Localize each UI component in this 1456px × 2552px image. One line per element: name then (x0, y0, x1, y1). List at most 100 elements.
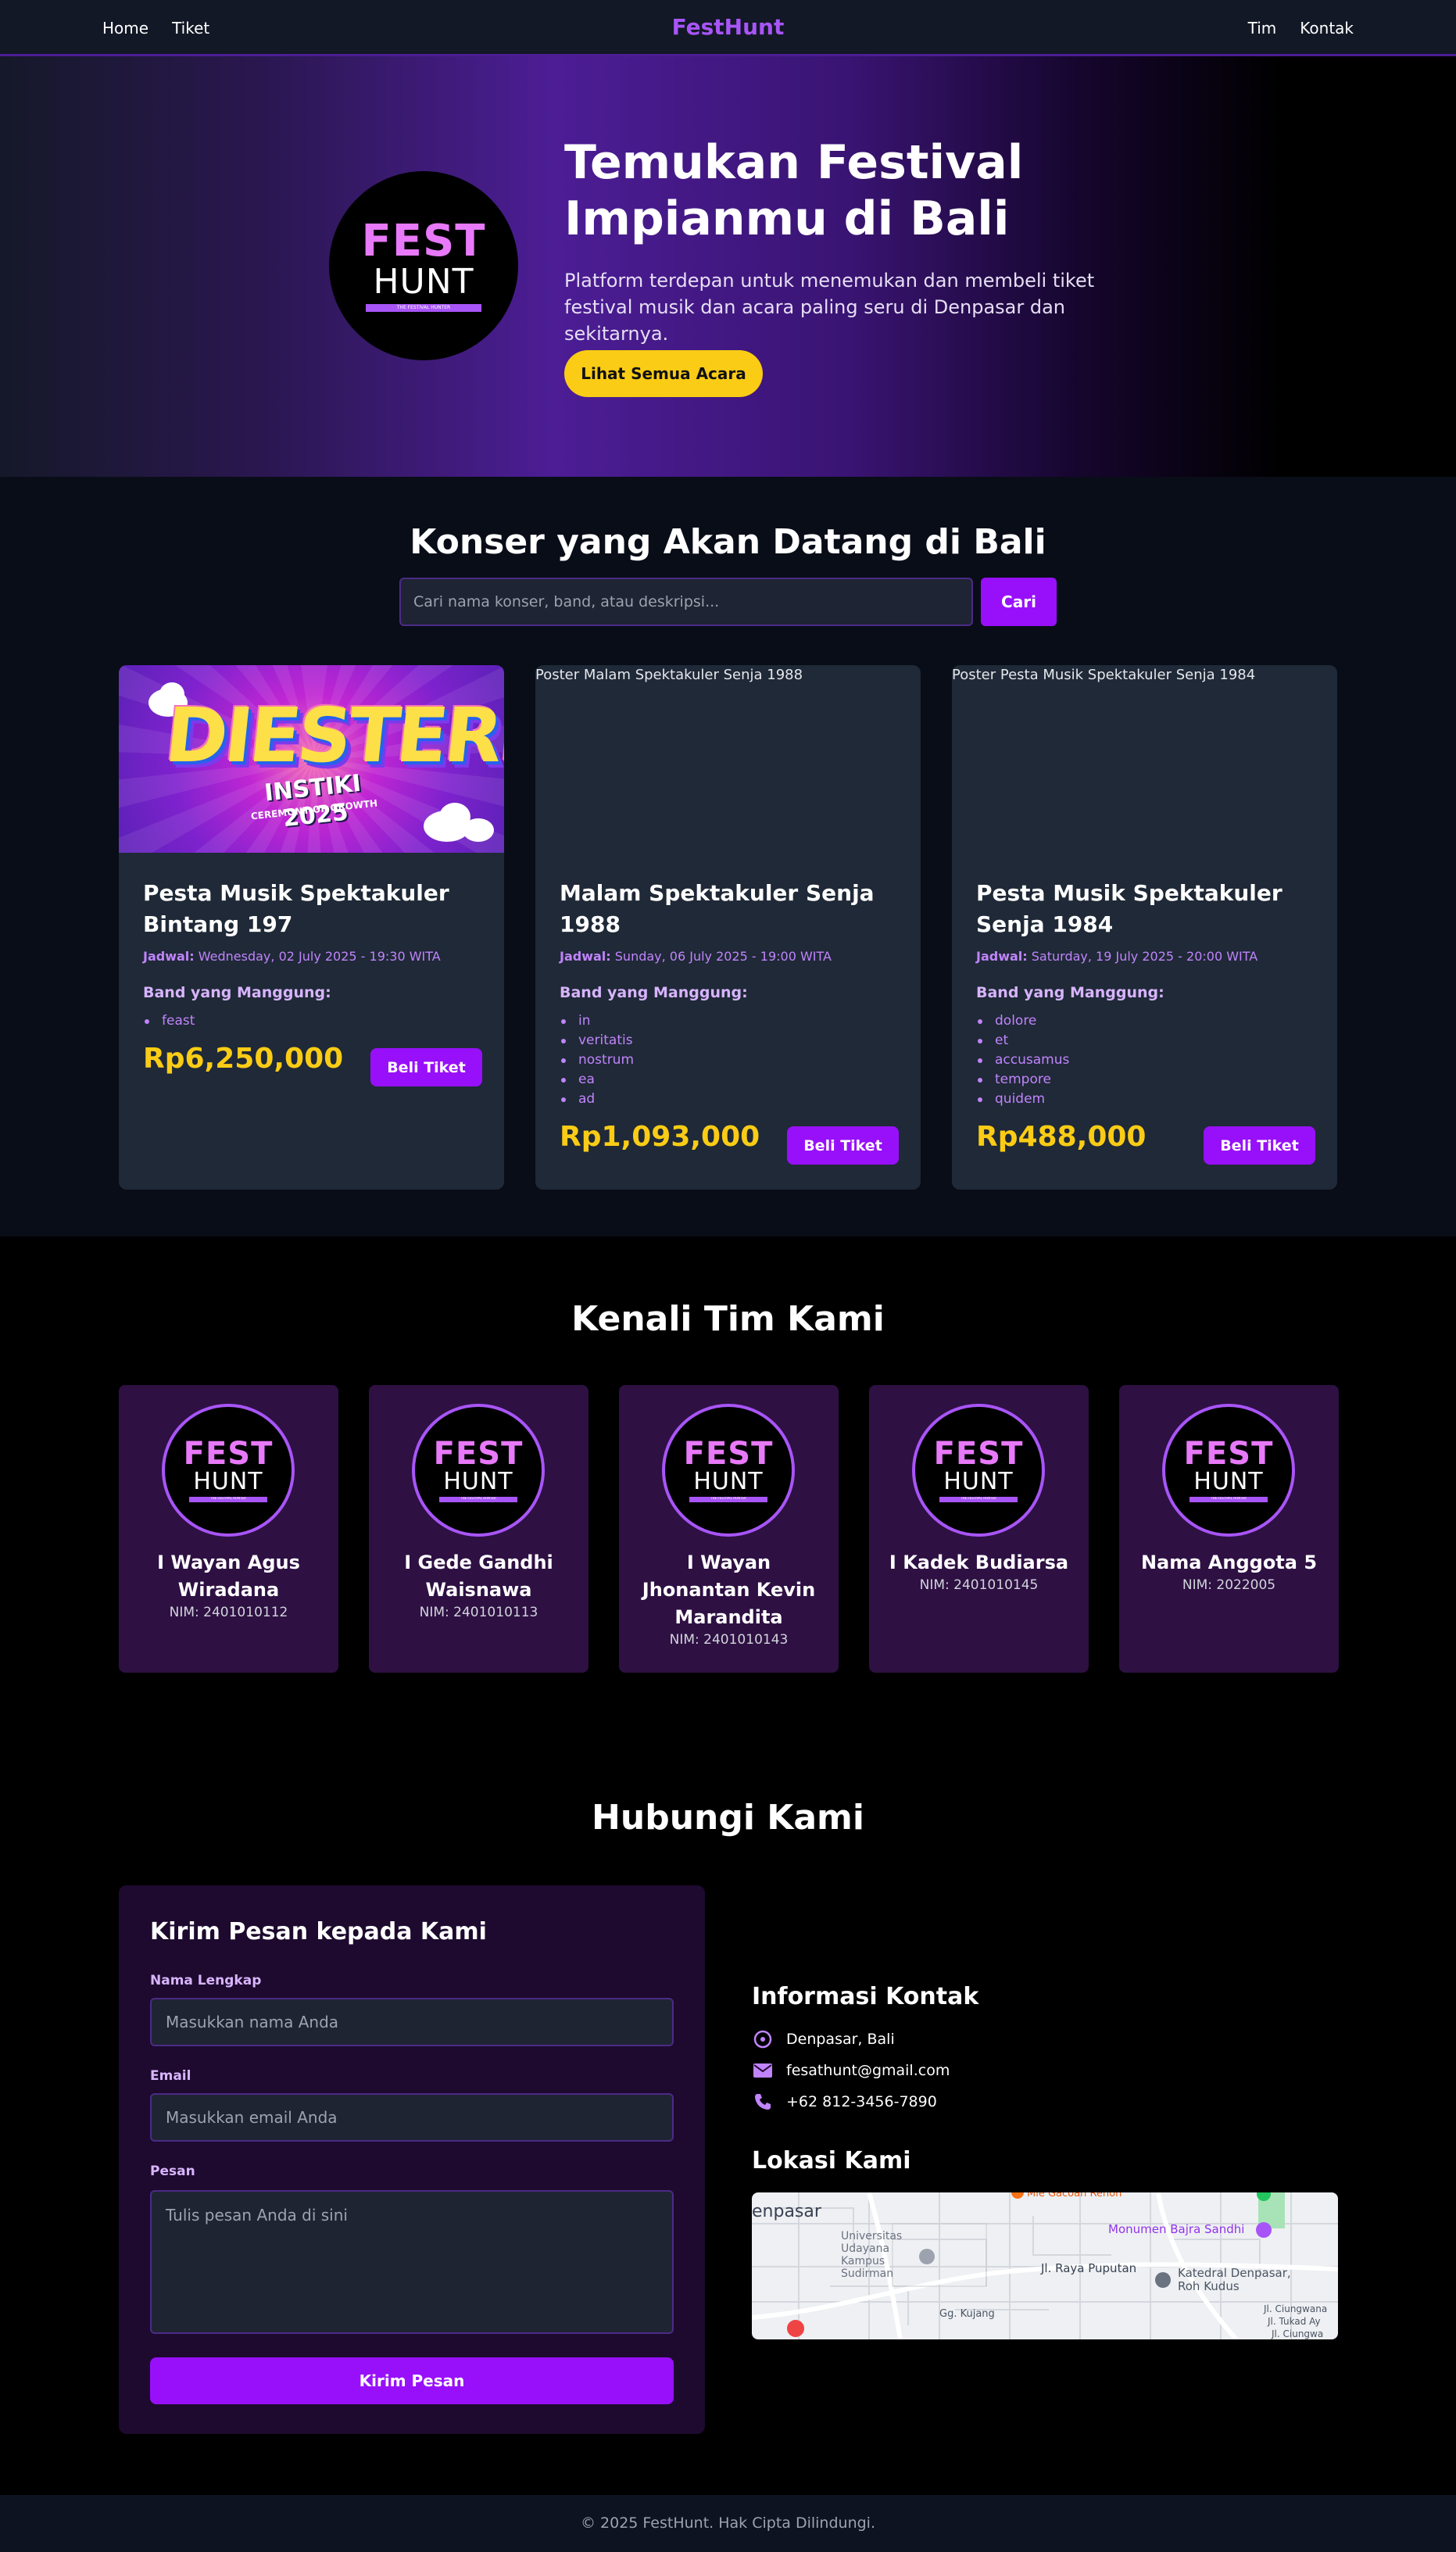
map-label-city: enpasar (752, 2202, 821, 2221)
nav-link-tiket[interactable]: Tiket (172, 19, 209, 38)
band-item: tempore (976, 1070, 1069, 1090)
event-date: Jadwal: Wednesday, 02 July 2025 - 19:30 … (143, 949, 441, 964)
map-label-street: Jl. Ciungwa (1272, 2328, 1324, 2339)
avatar: FEST HUNT THE FESTIVAL HUNTER (412, 1404, 545, 1537)
map-title: Lokasi Kami (752, 2147, 911, 2174)
email-row: fesathunt@gmail.com (752, 2059, 950, 2082)
brand-logo[interactable]: FestHunt (672, 14, 785, 40)
contact-info-title: Informasi Kontak (752, 1983, 979, 2010)
location-map[interactable]: enpasar Universitas Udayana Kampus Sudir… (752, 2192, 1338, 2339)
band-item: feast (143, 1011, 195, 1031)
email-label: Email (150, 2068, 191, 2084)
event-date-label: Jadwal: (143, 949, 195, 964)
band-list: feast (143, 1011, 195, 1031)
buy-ticket-button[interactable]: Beli Tiket (370, 1048, 482, 1086)
map-label-place: Mie Gacoan Renon (1027, 2192, 1122, 2199)
band-item: ea (560, 1070, 634, 1090)
avatar-logo-fest: FEST (433, 1436, 524, 1472)
member-nim: NIM: 2401010145 (919, 1577, 1039, 1593)
form-title: Kirim Pesan kepada Kami (150, 1918, 487, 1945)
band-item: ad (560, 1090, 634, 1109)
phone-icon (752, 2091, 774, 2113)
location-text: Denpasar, Bali (786, 2031, 895, 2048)
event-date-label: Jadwal: (976, 949, 1028, 964)
hero-title: Temukan Festival Impianmu di Bali (564, 135, 1024, 246)
map-label-university: Universitas Udayana Kampus Sudirman (841, 2230, 903, 2280)
event-date-label: Jadwal: (560, 949, 611, 964)
email-text[interactable]: fesathunt@gmail.com (786, 2062, 950, 2079)
nav-link-tim[interactable]: Tim (1248, 19, 1277, 38)
phone-text[interactable]: +62 812-3456-7890 (786, 2093, 937, 2110)
avatar: FEST HUNT THE FESTIVAL HUNTER (162, 1404, 295, 1537)
team-card: FEST HUNT THE FESTIVAL HUNTER I Wayan Jh… (619, 1385, 839, 1673)
hero-description: Platform terdepan untuk menemukan dan me… (564, 270, 1095, 345)
logo-tagline: THE FESTIVAL HUNTER (366, 304, 481, 312)
band-list: dolore et accusamus tempore quidem (976, 1011, 1069, 1109)
nav-link-kontak[interactable]: Kontak (1300, 19, 1354, 38)
name-label: Nama Lengkap (150, 1973, 262, 1988)
band-item: et (976, 1031, 1069, 1051)
map-label-street: Gg. Kujang (939, 2308, 995, 2320)
nav-left: Home Tiket (102, 0, 209, 56)
band-item: in (560, 1011, 634, 1031)
bands-heading: Band yang Manggung: (976, 984, 1164, 1001)
avatar-logo-hunt: HUNT (193, 1468, 263, 1495)
bands-heading: Band yang Manggung: (143, 984, 331, 1001)
buy-ticket-button[interactable]: Beli Tiket (1204, 1126, 1315, 1165)
name-field[interactable]: Masukkan nama Anda (150, 1998, 674, 2046)
avatar-logo-hunt: HUNT (443, 1468, 513, 1495)
band-item: quidem (976, 1090, 1069, 1109)
band-item: accusamus (976, 1051, 1069, 1070)
event-date-value: Saturday, 19 July 2025 - 20:00 WITA (1031, 949, 1258, 964)
event-price: Rp488,000 (976, 1121, 1147, 1153)
copyright-text: © 2025 FestHunt. Hak Cipta Dilindungi. (580, 2514, 875, 2532)
event-price: Rp1,093,000 (560, 1121, 760, 1153)
navbar: Home Tiket FestHunt Tim Kontak (0, 0, 1456, 56)
mail-icon (752, 2060, 774, 2081)
message-field[interactable]: Tulis pesan Anda di sini (150, 2190, 674, 2334)
contact-form: Kirim Pesan kepada Kami Nama Lengkap Mas… (119, 1885, 705, 2434)
nav-link-home[interactable]: Home (102, 19, 148, 38)
avatar: FEST HUNT THE FESTIVAL HUNTER (1162, 1404, 1295, 1537)
member-name: Nama Anggota 5 (1140, 1552, 1318, 1573)
contact-title: Hubungi Kami (592, 1798, 864, 1838)
events-title: Konser yang Akan Datang di Bali (410, 522, 1046, 562)
footer: © 2025 FestHunt. Hak Cipta Dilindungi. (0, 2495, 1456, 2552)
avatar-logo-tagline: THE FESTIVAL HUNTER (189, 1497, 267, 1502)
event-poster: Poster Pesta Musik Spektakuler Senja 198… (952, 665, 1337, 853)
map-label-street: Jl. Ciungwana (1264, 2303, 1328, 2314)
hero-logo: FEST HUNT THE FESTIVAL HUNTER (329, 171, 518, 360)
poster-title: DIESTERIA (161, 692, 504, 779)
map-label-road: Jl. Raya Puputan (1041, 2261, 1137, 2275)
see-all-events-button[interactable]: Lihat Semua Acara (564, 350, 763, 397)
event-poster: Poster Malam Spektakuler Senja 1988 (535, 665, 921, 853)
nav-right: Tim Kontak (1248, 0, 1354, 56)
map-label-church: Katedral Denpasar, Roh Kudus (1178, 2266, 1291, 2293)
member-nim: NIM: 2401010113 (419, 1605, 538, 1620)
message-label: Pesan (150, 2164, 195, 2179)
avatar-logo-fest: FEST (933, 1436, 1024, 1472)
event-date-value: Wednesday, 02 July 2025 - 19:30 WITA (198, 949, 441, 964)
event-date: Jadwal: Saturday, 19 July 2025 - 20:00 W… (976, 949, 1257, 964)
avatar-logo-fest: FEST (183, 1436, 274, 1472)
event-poster: DIESTERIA INSTIKI 2025 CEREMONY OF GROWT… (119, 665, 504, 853)
buy-ticket-button[interactable]: Beli Tiket (787, 1126, 899, 1165)
search-button[interactable]: Cari (981, 578, 1057, 626)
map-label-monument: Monumen Bajra Sandhi (1108, 2222, 1245, 2236)
avatar-logo-tagline: THE FESTIVAL HUNTER (1189, 1497, 1268, 1502)
broken-image-alt: Poster Pesta Musik Spektakuler Senja 198… (952, 667, 1256, 683)
event-card: Poster Malam Spektakuler Senja 1988 Mala… (535, 665, 921, 1190)
hero-section: FEST HUNT THE FESTIVAL HUNTER Temukan Fe… (0, 56, 1456, 477)
team-card: FEST HUNT THE FESTIVAL HUNTER Nama Anggo… (1119, 1385, 1339, 1673)
email-field[interactable]: Masukkan email Anda (150, 2093, 674, 2142)
logo-fest-text: FEST (361, 216, 486, 267)
location-row: Denpasar, Bali (752, 2028, 895, 2051)
poster-image-diesteria: DIESTERIA INSTIKI 2025 CEREMONY OF GROWT… (119, 665, 504, 853)
search-input[interactable]: Cari nama konser, band, atau deskripsi..… (399, 578, 973, 626)
avatar: FEST HUNT THE FESTIVAL HUNTER (662, 1404, 795, 1537)
team-card: FEST HUNT THE FESTIVAL HUNTER I Gede Gan… (369, 1385, 588, 1673)
event-title: Malam Spektakuler Senja 1988 (560, 880, 875, 937)
member-name: I Wayan Jhonantan Kevin Marandita (642, 1552, 816, 1628)
send-message-button[interactable]: Kirim Pesan (150, 2357, 674, 2404)
logo-hunt-text: HUNT (373, 262, 474, 302)
